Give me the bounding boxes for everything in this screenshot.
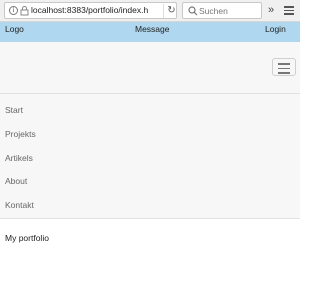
connection-icon[interactable] xyxy=(20,6,29,16)
navbar-toggle-button[interactable] xyxy=(272,58,296,76)
nav-item-kontakt[interactable]: Kontakt xyxy=(5,199,105,211)
search-input[interactable] xyxy=(199,4,259,17)
nav-item-projekts[interactable]: Projekts xyxy=(5,128,105,140)
login-link[interactable]: Login xyxy=(265,24,286,34)
info-icon[interactable]: i xyxy=(9,6,18,15)
nav-item-artikels[interactable]: Artikels xyxy=(5,152,105,164)
search-icon xyxy=(188,6,198,16)
hamburger-menu-icon[interactable] xyxy=(282,3,296,17)
navbar-divider xyxy=(0,93,300,94)
page-title: My portfolio xyxy=(5,233,49,243)
reload-icon[interactable]: ↻ xyxy=(163,4,179,18)
browser-toolbar: i localhost:8383/portfolio/index.h ↻ » xyxy=(0,0,300,22)
logo-link[interactable]: Logo xyxy=(5,24,24,34)
nav-item-start[interactable]: Start xyxy=(5,104,105,116)
nav-item-about[interactable]: About xyxy=(5,175,105,187)
url-text[interactable]: localhost:8383/portfolio/index.h xyxy=(31,5,157,15)
site-header: Logo Message Login xyxy=(0,22,300,42)
navbar: Start Projekts Artikels About Kontakt xyxy=(0,42,300,219)
message-link[interactable]: Message xyxy=(135,24,170,34)
search-bar[interactable] xyxy=(182,2,262,19)
address-bar[interactable]: i localhost:8383/portfolio/index.h ↻ xyxy=(4,2,177,19)
overflow-chevron-icon[interactable]: » xyxy=(265,3,277,17)
